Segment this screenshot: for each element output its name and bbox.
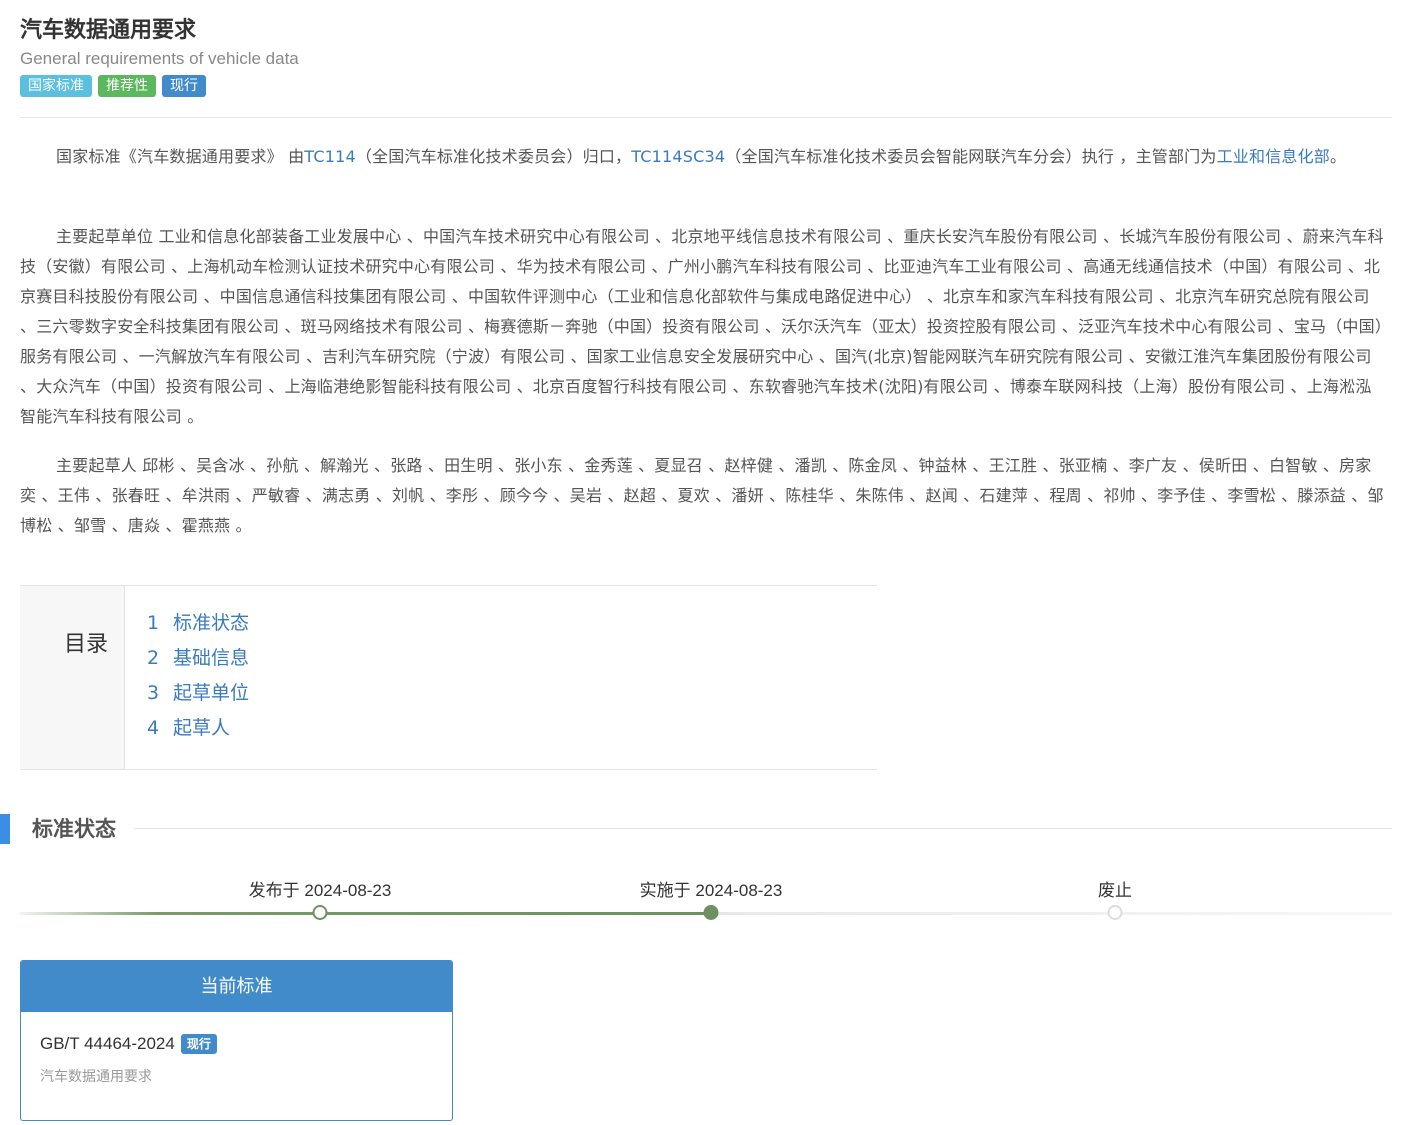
badge-national-standard: 国家标准 <box>20 75 92 97</box>
toc-item-status[interactable]: 1 标准状态 <box>147 606 249 641</box>
tc114-link[interactable]: TC114 <box>304 147 356 166</box>
section-divider <box>134 828 1392 829</box>
toc-item-number: 1 <box>147 612 160 634</box>
status-badge: 现行 <box>180 1034 217 1054</box>
toc-item-number: 4 <box>147 717 160 739</box>
intro-text-2: （全国汽车标准化技术委员会）归口， <box>355 147 632 166</box>
standard-code: GB/T 44464-2024 <box>40 1034 175 1053</box>
current-standard-card[interactable]: 当前标准 GB/T 44464-2024 现行 汽车数据通用要求 <box>20 960 453 1121</box>
header-divider <box>20 117 1392 118</box>
timeline-label-published: 发布于 2024-08-23 <box>248 881 392 900</box>
timeline-label-abolished: 废止 <box>1098 881 1132 900</box>
tc114sc34-link[interactable]: TC114SC34 <box>631 147 725 166</box>
status-badges: 国家标准 推荐性 现行 <box>20 75 1392 97</box>
intro-text-4: 。 <box>1330 147 1347 166</box>
timeline-progress <box>20 912 710 915</box>
page-subtitle: General requirements of vehicle data <box>20 49 299 68</box>
timeline-dot-abolished <box>1107 905 1123 920</box>
card-header: 当前标准 <box>21 961 452 1012</box>
toc-label-cell: 目录 <box>20 586 125 769</box>
toc-item-label: 基础信息 <box>173 647 250 669</box>
timeline-dot-implemented <box>703 905 719 920</box>
intro-text-3: （全国汽车标准化技术委员会智能网联汽车分会）执行 ，主管部门为 <box>725 147 1217 166</box>
standard-name: 汽车数据通用要求 <box>40 1069 152 1085</box>
standard-header: 汽车数据通用要求 General requirements of vehicle… <box>20 16 1392 97</box>
intro-paragraph: 国家标准《汽车数据通用要求》 由TC114（全国汽车标准化技术委员会）归口，TC… <box>20 142 1384 172</box>
timeline-dot-published <box>312 905 328 920</box>
drafting-units-paragraph: 主要起草单位 工业和信息化部装备工业发展中心 、中国汽车技术研究中心有限公司 、… <box>20 227 1384 426</box>
timeline-label-implemented: 实施于 2024-08-23 <box>639 881 783 900</box>
standard-code-row: GB/T 44464-2024 现行 <box>40 1034 433 1054</box>
ministry-link[interactable]: 工业和信息化部 <box>1217 147 1330 166</box>
toc-item-number: 3 <box>147 682 160 704</box>
badge-recommended: 推荐性 <box>98 75 156 97</box>
section-title-status: 标准状态 <box>32 817 116 841</box>
toc-item-label: 起草人 <box>173 717 231 739</box>
toc-item-label: 标准状态 <box>173 612 250 634</box>
toc-item-drafting-units[interactable]: 3 起草单位 <box>147 676 249 711</box>
section-accent-bar <box>0 814 10 844</box>
status-timeline: 发布于 2024-08-23 实施于 2024-08-23 废止 <box>20 870 1392 930</box>
table-of-contents: 目录 1 标准状态 2 基础信息 3 起草单位 4 起草人 <box>20 585 877 770</box>
page-title: 汽车数据通用要求 <box>20 18 197 43</box>
toc-item-drafters[interactable]: 4 起草人 <box>147 711 249 746</box>
toc-item-label: 起草单位 <box>173 682 250 704</box>
card-body: GB/T 44464-2024 现行 汽车数据通用要求 <box>21 1012 452 1108</box>
toc-item-number: 2 <box>147 647 160 669</box>
toc-item-basic-info[interactable]: 2 基础信息 <box>147 641 249 676</box>
intro-text-1: 国家标准《汽车数据通用要求》 由 <box>56 147 305 166</box>
drafters-paragraph: 主要起草人 邱彬 、吴含冰 、孙航 、解瀚光 、张路 、田生明 、张小东 、金秀… <box>20 456 1384 535</box>
toc-label: 目录 <box>63 632 108 657</box>
toc-list: 1 标准状态 2 基础信息 3 起草单位 4 起草人 <box>125 586 249 769</box>
badge-current: 现行 <box>162 75 206 97</box>
